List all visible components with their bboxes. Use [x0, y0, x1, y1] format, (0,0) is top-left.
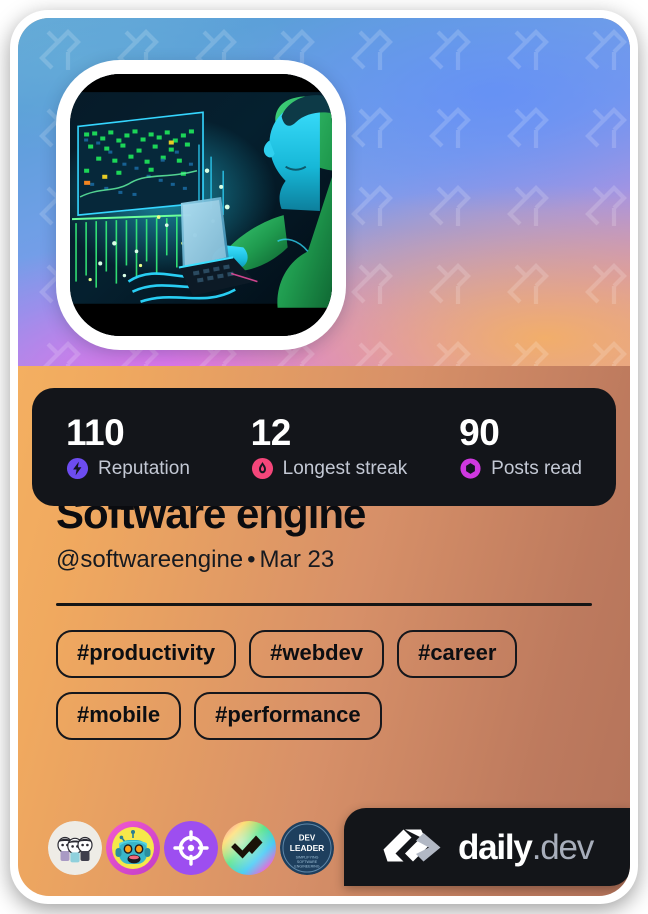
avatar-frame: [56, 60, 346, 350]
divider: [56, 603, 592, 607]
posts-read-ring-icon: [459, 457, 482, 480]
tag-chip[interactable]: #career: [397, 630, 518, 679]
tag-chip[interactable]: #mobile: [56, 692, 182, 741]
stats-bar: 110 Reputation 12 Longest streak 90 Post…: [32, 388, 616, 506]
tag-chip[interactable]: #productivity: [56, 630, 237, 679]
stat-value: 110: [66, 411, 125, 453]
profile-handle: @softwareengine: [56, 545, 244, 573]
svg-text:SIMPLIFYING: SIMPLIFYING: [296, 856, 319, 860]
stat-posts-read: 90 Posts read: [459, 411, 582, 481]
svg-text:DEV: DEV: [299, 834, 316, 843]
devcard: 110 Reputation 12 Longest streak 90 Post…: [10, 10, 638, 904]
devcard-root: 110 Reputation 12 Longest streak 90 Post…: [0, 0, 648, 914]
dailydev-brand: daily.dev: [344, 808, 630, 886]
devcard-inner: 110 Reputation 12 Longest streak 90 Post…: [18, 18, 630, 896]
stat-label: Reputation: [98, 457, 190, 479]
dev-leader-badge[interactable]: DEV LEADER SIMPLIFYING SOFTWARE ENGINEER…: [280, 821, 334, 875]
reputation-bolt-icon: [66, 457, 89, 480]
badge-list: DEV LEADER SIMPLIFYING SOFTWARE ENGINEER…: [48, 821, 334, 875]
svg-text:SOFTWARE: SOFTWARE: [297, 860, 318, 864]
cover-header: [18, 18, 630, 366]
card-footer: DEV LEADER SIMPLIFYING SOFTWARE ENGINEER…: [18, 800, 630, 896]
tag-chip[interactable]: #webdev: [249, 630, 385, 679]
meta-separator: •: [247, 545, 256, 573]
user-avatar-image: [70, 74, 332, 336]
brand-wordmark: daily.dev: [457, 827, 595, 867]
profile-joined-date: Mar 23: [259, 545, 335, 573]
stat-value: 90: [459, 411, 500, 453]
rainbow-check-badge[interactable]: [222, 821, 276, 875]
target-badge[interactable]: [164, 821, 218, 875]
dailydev-chevron-logo: [383, 827, 445, 867]
brand-name: daily: [457, 827, 533, 867]
stat-label: Posts read: [491, 457, 582, 479]
community-picks-badge[interactable]: [48, 821, 102, 875]
stat-longest-streak: 12 Longest streak: [250, 411, 460, 481]
stat-reputation: 110 Reputation: [66, 411, 251, 481]
tag-list: #productivity #webdev #career #mobile #perfo…: [56, 630, 592, 741]
stat-value: 12: [250, 411, 292, 453]
robot-badge[interactable]: [106, 821, 160, 875]
svg-text:ENGINEERING: ENGINEERING: [294, 865, 319, 869]
stat-label: Longest streak: [282, 457, 408, 479]
svg-text:LEADER: LEADER: [290, 843, 324, 853]
brand-suffix: .dev: [531, 827, 595, 867]
streak-flame-icon: [251, 457, 274, 480]
profile-meta: @softwareengine • Mar 23: [56, 546, 630, 574]
tag-chip[interactable]: #performance: [194, 692, 382, 741]
